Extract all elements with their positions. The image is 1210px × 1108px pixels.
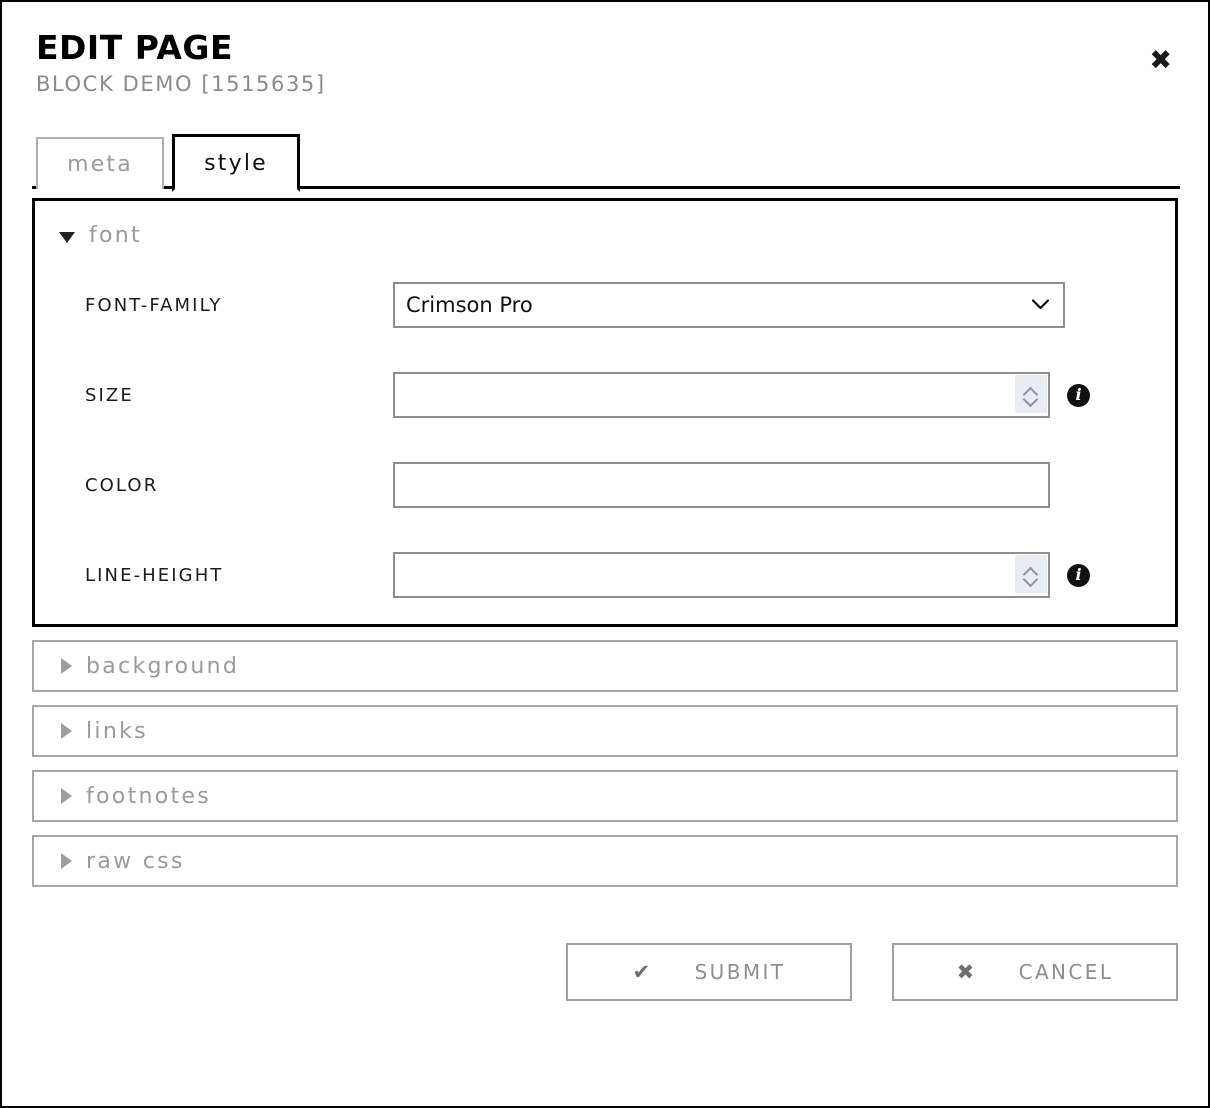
section-footnotes[interactable]: footnotes [32, 770, 1178, 823]
section-raw-css-label: raw css [86, 848, 185, 874]
font-family-select[interactable]: Crimson Pro [393, 282, 1065, 329]
stepper-down-icon[interactable] [1023, 575, 1039, 584]
tab-strip: meta style [2, 131, 1208, 193]
close-icon: ✖ [956, 959, 977, 984]
submit-button[interactable]: ✔ SUBMIT [566, 943, 852, 1002]
info-icon[interactable]: i [1067, 383, 1090, 407]
section-font: font FONT-FAMILY Crimson Pro SIZE i COLO… [32, 198, 1178, 628]
close-icon[interactable]: ✖ [1149, 47, 1172, 74]
field-font-family: FONT-FAMILY Crimson Pro [35, 282, 1175, 329]
field-font-family-label: FONT-FAMILY [85, 294, 223, 316]
info-icon[interactable]: i [1067, 563, 1090, 587]
submit-button-label: SUBMIT [694, 960, 786, 985]
size-input[interactable] [393, 372, 1050, 419]
color-input[interactable] [393, 462, 1050, 509]
font-fields: FONT-FAMILY Crimson Pro SIZE i COLOR LIN… [35, 282, 1175, 599]
stepper-down-icon[interactable] [1023, 395, 1039, 404]
chevron-right-icon [61, 723, 72, 740]
section-footnotes-label: footnotes [86, 783, 212, 809]
dialog-header: EDIT PAGE BLOCK DEMO [1515635] ✖ [2, 2, 1208, 97]
chevron-right-icon [61, 658, 72, 675]
section-links-label: links [86, 718, 148, 744]
field-size: SIZE i [35, 372, 1175, 419]
chevron-right-icon [61, 788, 72, 805]
field-color-label: COLOR [85, 474, 159, 496]
dialog-footer: ✔ SUBMIT ✖ CANCEL [2, 887, 1208, 1002]
tab-meta-label: meta [67, 151, 133, 177]
tab-style[interactable]: style [172, 134, 300, 193]
page-subtitle: BLOCK DEMO [1515635] [36, 72, 326, 97]
field-size-label: SIZE [85, 384, 134, 406]
section-background[interactable]: background [32, 640, 1178, 693]
style-tab-panel: font FONT-FAMILY Crimson Pro SIZE i COLO… [2, 198, 1208, 888]
field-color: COLOR [35, 462, 1175, 509]
section-links[interactable]: links [32, 705, 1178, 758]
section-font-label: font [89, 223, 142, 249]
field-line-height: LINE-HEIGHT i [35, 552, 1175, 599]
section-font-header[interactable]: font [35, 219, 1175, 248]
check-icon: ✔ [632, 959, 653, 984]
tab-style-label: style [204, 150, 268, 176]
page-title: EDIT PAGE [36, 28, 234, 67]
section-background-label: background [86, 653, 240, 679]
cancel-button[interactable]: ✖ CANCEL [892, 943, 1178, 1002]
line-height-input[interactable] [393, 552, 1050, 599]
section-raw-css[interactable]: raw css [32, 835, 1178, 888]
edit-page-dialog: EDIT PAGE BLOCK DEMO [1515635] ✖ meta st… [0, 0, 1210, 1108]
field-line-height-label: LINE-HEIGHT [85, 564, 224, 586]
tab-meta[interactable]: meta [36, 137, 164, 190]
size-stepper[interactable] [1015, 375, 1047, 414]
cancel-button-label: CANCEL [1018, 960, 1114, 985]
chevron-down-icon [59, 231, 75, 243]
line-height-stepper[interactable] [1015, 555, 1047, 594]
chevron-right-icon [61, 853, 72, 870]
